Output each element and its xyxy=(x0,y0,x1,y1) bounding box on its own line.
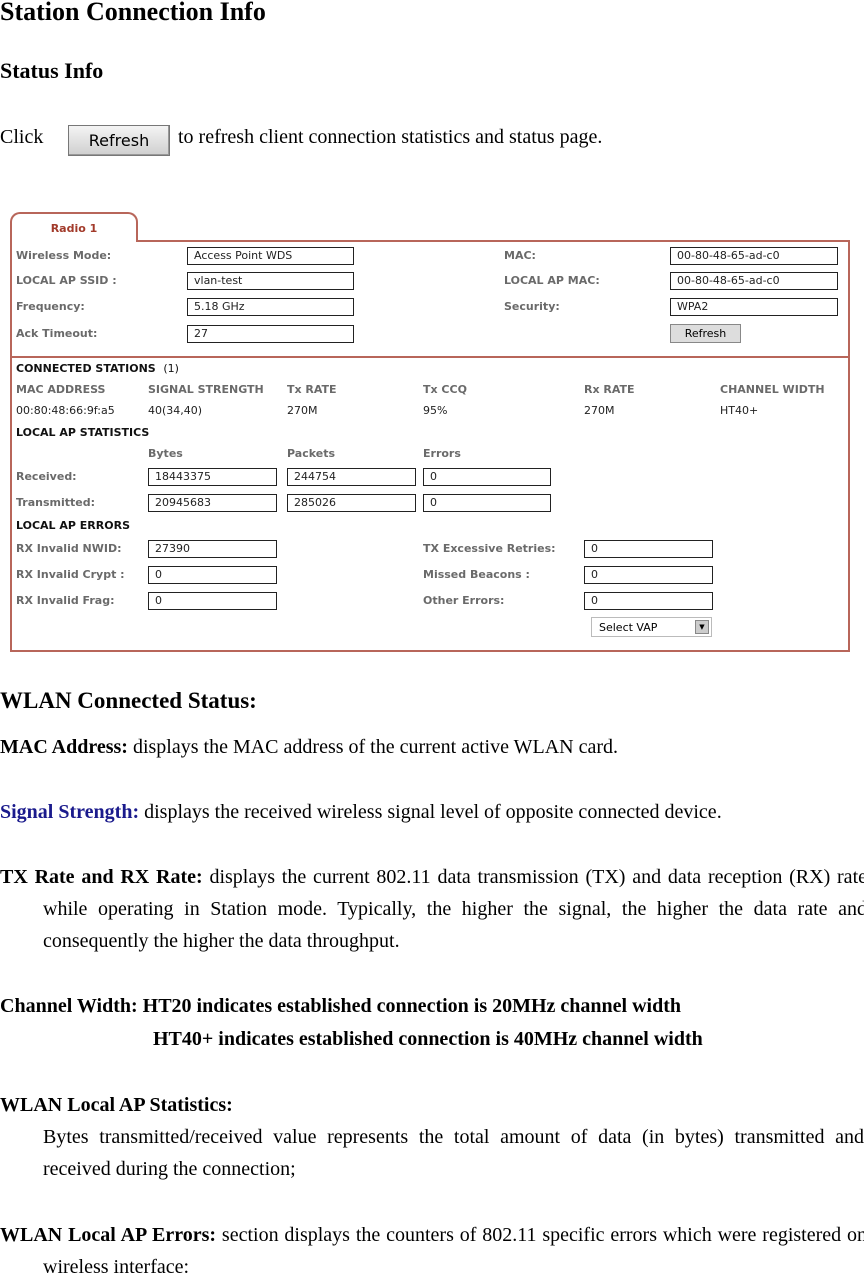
header-bytes: Bytes xyxy=(148,447,183,460)
select-vap-value: Select VAP xyxy=(599,621,658,634)
header-tx-ccq: Tx CCQ xyxy=(423,383,467,396)
header-tx-rate: Tx RATE xyxy=(287,383,337,396)
security-field[interactable]: WPA2 xyxy=(670,298,838,316)
other-errors-label: Other Errors: xyxy=(423,594,505,607)
other-errors-field[interactable]: 0 xyxy=(584,592,713,610)
click-text: Click xyxy=(0,126,44,148)
section-title: Status Info xyxy=(0,58,104,83)
received-errors[interactable]: 0 xyxy=(423,468,551,486)
header-signal: SIGNAL STRENGTH xyxy=(148,383,264,396)
station-mac: 00:80:48:66:9f:a5 xyxy=(16,404,115,417)
beacons-field[interactable]: 0 xyxy=(584,566,713,584)
signal-term: Signal Strength: xyxy=(0,801,140,823)
connected-count: (1) xyxy=(163,362,179,375)
beacons-label: Missed Beacons : xyxy=(423,568,530,581)
security-label: Security: xyxy=(504,300,560,313)
station-tx-ccq: 95% xyxy=(423,404,448,417)
ap-mac-field[interactable]: 00-80-48-65-ad-c0 xyxy=(670,272,838,290)
ap-mac-label: LOCAL AP MAC: xyxy=(504,274,600,287)
rate-paragraph: TX Rate and RX Rate: displays the curren… xyxy=(0,861,864,957)
frag-label: RX Invalid Frag: xyxy=(16,594,115,607)
retries-label: TX Excessive Retries: xyxy=(423,542,556,555)
nwid-label: RX Invalid NWID: xyxy=(16,542,122,555)
ssid-field[interactable]: vlan-test xyxy=(187,272,354,290)
transmitted-errors[interactable]: 0 xyxy=(423,494,551,512)
channel-width-line-1: Channel Width: HT20 indicates establishe… xyxy=(0,995,682,1017)
mac-label: MAC: xyxy=(504,249,536,262)
tab-cover xyxy=(12,240,134,243)
refresh-button[interactable]: Refresh xyxy=(670,324,741,343)
mac-paragraph: MAC Address: displays the MAC address of… xyxy=(0,731,618,763)
chevron-down-icon[interactable]: ▼ xyxy=(695,620,709,634)
retries-field[interactable]: 0 xyxy=(584,540,713,558)
signal-desc: displays the received wireless signal le… xyxy=(139,801,722,823)
transmitted-packets[interactable]: 285026 xyxy=(287,494,416,512)
errors-paragraph: WLAN Local AP Errors: section displays t… xyxy=(0,1219,864,1283)
received-bytes[interactable]: 18443375 xyxy=(148,468,277,486)
stats-desc: Bytes transmitted/received value represe… xyxy=(43,1126,864,1180)
mac-term: MAC Address: xyxy=(0,736,128,758)
received-packets[interactable]: 244754 xyxy=(287,468,416,486)
received-label: Received: xyxy=(16,470,77,483)
errors-title: LOCAL AP ERRORS xyxy=(16,519,130,532)
nwid-field[interactable]: 27390 xyxy=(148,540,277,558)
errors-term: WLAN Local AP Errors: xyxy=(0,1224,217,1246)
ack-timeout-label: Ack Timeout: xyxy=(16,327,98,340)
page-title: Station Connection Info xyxy=(0,0,266,26)
station-tx-rate: 270M xyxy=(287,404,318,417)
crypt-field[interactable]: 0 xyxy=(148,566,277,584)
connected-stations-label: CONNECTED STATIONS xyxy=(16,362,156,375)
header-errors: Errors xyxy=(423,447,461,460)
frequency-label: Frequency: xyxy=(16,300,85,313)
select-vap-dropdown[interactable]: Select VAP ▼ xyxy=(591,617,712,637)
station-rx-rate: 270M xyxy=(584,404,615,417)
connected-stations-title: CONNECTED STATIONS (1) xyxy=(16,362,179,375)
divider xyxy=(10,356,848,358)
frequency-field[interactable]: 5.18 GHz xyxy=(187,298,354,316)
rate-term: TX Rate and RX Rate: xyxy=(0,866,203,888)
mac-field[interactable]: 00-80-48-65-ad-c0 xyxy=(670,247,838,265)
station-channel-width: HT40+ xyxy=(720,404,759,417)
header-rx-rate: Rx RATE xyxy=(584,383,635,396)
transmitted-label: Transmitted: xyxy=(16,496,96,509)
ack-timeout-field[interactable]: 27 xyxy=(187,325,354,343)
tab-radio-1[interactable]: Radio 1 xyxy=(10,212,138,242)
station-signal: 40(34,40) xyxy=(148,404,203,417)
refresh-button-image: Refresh xyxy=(68,125,170,156)
wireless-mode-field[interactable]: Access Point WDS xyxy=(187,247,354,265)
frag-field[interactable]: 0 xyxy=(148,592,277,610)
crypt-label: RX Invalid Crypt : xyxy=(16,568,125,581)
mac-desc: displays the MAC address of the current … xyxy=(127,736,619,758)
channel-width-line-2: HT40+ indicates established connection i… xyxy=(153,1028,703,1050)
header-mac: MAC ADDRESS xyxy=(16,383,106,396)
header-channel-width: CHANNEL WIDTH xyxy=(720,383,825,396)
stats-term: WLAN Local AP Statistics: xyxy=(0,1094,233,1116)
ssid-label: LOCAL AP SSID : xyxy=(16,274,117,287)
header-packets: Packets xyxy=(287,447,335,460)
click-description: to refresh client connection statistics … xyxy=(178,126,603,148)
wireless-mode-label: Wireless Mode: xyxy=(16,249,112,262)
signal-paragraph: Signal Strength: displays the received w… xyxy=(0,796,722,828)
transmitted-bytes[interactable]: 20945683 xyxy=(148,494,277,512)
stats-title: LOCAL AP STATISTICS xyxy=(16,426,150,439)
wlan-heading: WLAN Connected Status: xyxy=(0,688,257,713)
